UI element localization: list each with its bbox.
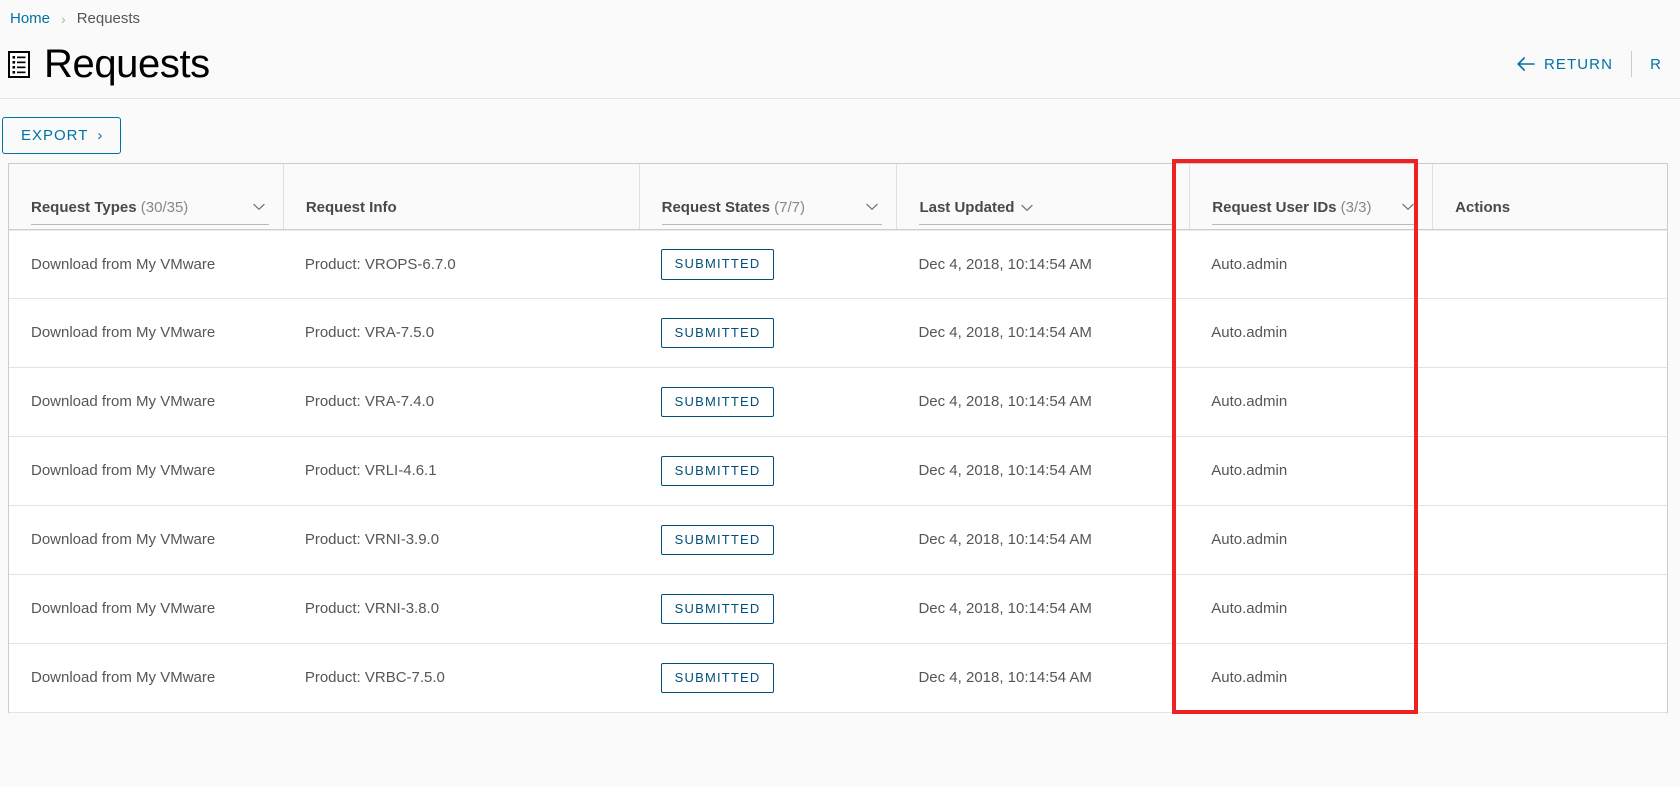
cell-request-info: Product: VRA-7.5.0 <box>304 324 435 342</box>
secondary-header-link[interactable]: R <box>1632 56 1680 73</box>
column-header-request-info[interactable]: Request Info <box>282 164 639 229</box>
status-badge: SUBMITTED <box>660 524 774 556</box>
cell-request-state: SUBMITTED <box>639 575 897 643</box>
breadcrumb-current: Requests <box>76 10 141 27</box>
cell-request-type: Download from My VMware <box>31 600 216 618</box>
table-row[interactable]: Download from My VMware Product: VRA-7.5… <box>9 299 1667 368</box>
breadcrumb: Home › Requests <box>0 0 1680 30</box>
cell-actions[interactable] <box>1432 437 1667 505</box>
filter-underline <box>919 224 1176 225</box>
column-header-request-states[interactable]: Request States (7/7) <box>638 164 897 229</box>
cell-request-type: Download from My VMware <box>31 462 216 480</box>
column-header-request-types-label: Request Types (30/35) <box>31 198 189 216</box>
cell-actions[interactable] <box>1432 644 1667 712</box>
filter-underline <box>1212 224 1419 225</box>
cell-request-type: Download from My VMware <box>31 255 216 273</box>
cell-last-updated: Dec 4, 2018, 10:14:54 AM <box>918 462 1092 480</box>
cell-request-user-id: Auto.admin <box>1211 462 1288 480</box>
cell-request-state: SUBMITTED <box>639 506 897 574</box>
column-header-actions-label: Actions <box>1455 199 1511 216</box>
cell-last-updated: Dec 4, 2018, 10:14:54 AM <box>918 324 1092 342</box>
cell-actions[interactable] <box>1432 506 1667 574</box>
cell-request-type: Download from My VMware <box>31 669 216 687</box>
table-toolbar: EXPORT › <box>0 99 1680 163</box>
cell-actions[interactable] <box>1432 299 1667 367</box>
cell-request-user-id: Auto.admin <box>1211 669 1288 687</box>
chevron-right-icon: › <box>97 127 104 144</box>
cell-request-state: SUBMITTED <box>639 231 897 298</box>
cell-request-state: SUBMITTED <box>639 368 897 436</box>
cell-request-type: Download from My VMware <box>31 393 216 411</box>
cell-actions[interactable] <box>1432 231 1667 298</box>
column-header-request-states-label: Request States (7/7) <box>661 198 805 216</box>
return-link-label: RETURN <box>1543 55 1614 73</box>
column-header-actions[interactable]: Actions <box>1432 164 1667 229</box>
sort-chevron-down-icon[interactable] <box>1021 199 1034 216</box>
breadcrumb-home-link[interactable]: Home <box>10 10 50 27</box>
cell-request-state: SUBMITTED <box>639 437 897 505</box>
page-title-group: Requests <box>8 44 210 84</box>
table-row[interactable]: Download from My VMware Product: VRBC-7.… <box>9 644 1667 713</box>
cell-last-updated: Dec 4, 2018, 10:14:54 AM <box>918 255 1092 273</box>
document-list-icon <box>8 50 30 78</box>
cell-last-updated: Dec 4, 2018, 10:14:54 AM <box>918 669 1092 687</box>
datagrid-body: Download from My VMware Product: VROPS-6… <box>9 230 1667 713</box>
cell-request-user-id: Auto.admin <box>1211 324 1288 342</box>
cell-request-info: Product: VRNI-3.9.0 <box>304 531 440 549</box>
chevron-down-icon[interactable] <box>866 198 879 216</box>
cell-request-info: Product: VRA-7.4.0 <box>304 393 435 411</box>
page-title: Requests <box>44 42 210 86</box>
requests-datagrid: Request Types (30/35) Request Info Reque… <box>8 163 1668 713</box>
datagrid-header-row: Request Types (30/35) Request Info Reque… <box>9 164 1667 230</box>
table-row[interactable]: Download from My VMware Product: VRNI-3.… <box>9 506 1667 575</box>
chevron-down-icon[interactable] <box>253 198 265 216</box>
cell-last-updated: Dec 4, 2018, 10:14:54 AM <box>918 393 1092 411</box>
export-button-label: EXPORT <box>21 127 89 144</box>
column-header-request-types[interactable]: Request Types (30/35) <box>9 164 283 229</box>
cell-request-type: Download from My VMware <box>31 324 216 342</box>
table-row[interactable]: Download from My VMware Product: VROPS-6… <box>9 230 1667 299</box>
cell-request-user-id: Auto.admin <box>1211 531 1288 549</box>
cell-actions[interactable] <box>1432 368 1667 436</box>
cell-request-user-id: Auto.admin <box>1211 600 1288 618</box>
arrow-left-icon <box>1517 57 1535 71</box>
status-badge: SUBMITTED <box>660 249 774 280</box>
table-row[interactable]: Download from My VMware Product: VRLI-4.… <box>9 437 1667 506</box>
cell-request-info: Product: VRNI-3.8.0 <box>304 600 440 618</box>
export-button[interactable]: EXPORT › <box>2 117 122 154</box>
chevron-down-icon[interactable] <box>1402 198 1414 216</box>
cell-request-user-id: Auto.admin <box>1211 393 1288 411</box>
cell-last-updated: Dec 4, 2018, 10:14:54 AM <box>918 600 1092 618</box>
cell-request-info: Product: VRBC-7.5.0 <box>304 669 445 687</box>
breadcrumb-separator-icon: › <box>61 10 66 27</box>
cell-request-type: Download from My VMware <box>31 531 216 549</box>
return-link[interactable]: RETURN <box>1499 56 1631 73</box>
cell-request-state: SUBMITTED <box>639 299 897 367</box>
cell-request-state: SUBMITTED <box>639 644 897 712</box>
page-header: Requests RETURN R <box>0 30 1680 98</box>
header-actions: RETURN R <box>1499 30 1680 98</box>
status-badge: SUBMITTED <box>660 662 774 694</box>
status-badge: SUBMITTED <box>660 455 774 487</box>
filter-underline <box>31 224 269 225</box>
column-header-request-user-ids-label: Request User IDs (3/3) <box>1212 198 1372 216</box>
column-header-request-info-label: Request Info <box>305 199 397 216</box>
cell-request-info: Product: VROPS-6.7.0 <box>304 255 456 273</box>
column-header-last-updated[interactable]: Last Updated <box>896 164 1189 229</box>
cell-actions[interactable] <box>1432 575 1667 643</box>
filter-underline <box>661 224 883 225</box>
requests-datagrid-wrapper: Request Types (30/35) Request Info Reque… <box>8 159 1668 714</box>
cell-request-user-id: Auto.admin <box>1211 255 1288 273</box>
table-row[interactable]: Download from My VMware Product: VRA-7.4… <box>9 368 1667 437</box>
cell-request-info: Product: VRLI-4.6.1 <box>304 462 437 480</box>
column-header-last-updated-label: Last Updated <box>919 199 1034 216</box>
status-badge: SUBMITTED <box>660 593 774 625</box>
column-header-request-user-ids[interactable]: Request User IDs (3/3) <box>1189 164 1432 229</box>
status-badge: SUBMITTED <box>660 317 774 349</box>
status-badge: SUBMITTED <box>660 386 774 418</box>
table-row[interactable]: Download from My VMware Product: VRNI-3.… <box>9 575 1667 644</box>
cell-last-updated: Dec 4, 2018, 10:14:54 AM <box>918 531 1092 549</box>
